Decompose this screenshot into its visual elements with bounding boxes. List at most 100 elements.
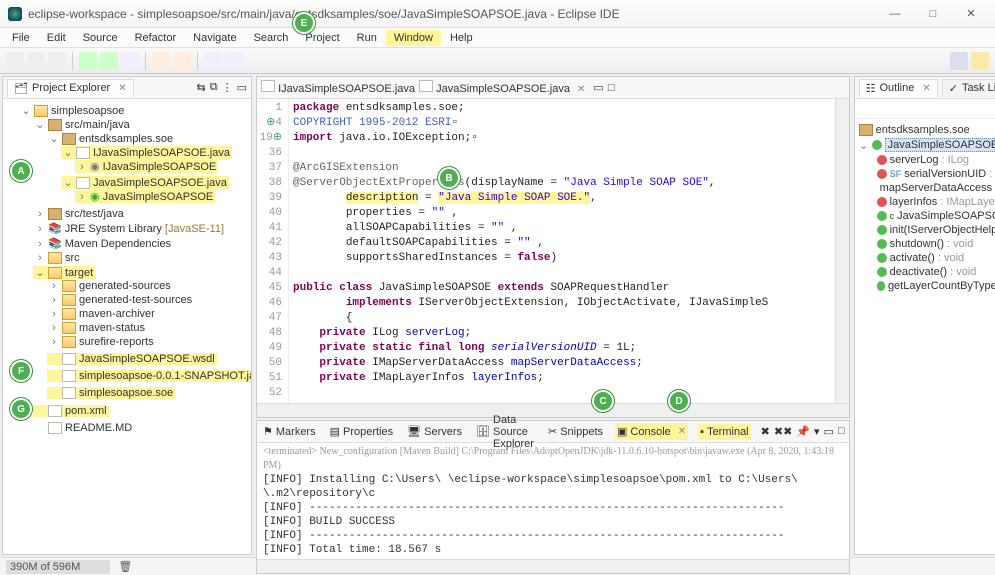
editor-tab-ijava[interactable]: IJavaSimpleSOAPSOE.java [261, 80, 415, 95]
console-output[interactable]: <terminated> New_configuration [Maven Bu… [257, 443, 849, 559]
maven-status-node[interactable]: maven-status [79, 322, 145, 334]
servers-tab[interactable]: 🖥 Servers [405, 423, 464, 440]
pkg-node[interactable]: entsdksamples.soe [79, 133, 173, 145]
search-icon[interactable] [225, 52, 243, 70]
open-perspective-icon[interactable] [950, 52, 968, 70]
maven-archiver-node[interactable]: maven-archiver [79, 308, 155, 320]
menu-navigate[interactable]: Navigate [185, 30, 244, 46]
src-main-node[interactable]: src/main/java [65, 119, 130, 131]
code-editor[interactable]: 1 ⊕4 19⊕ 36 37 38 39 40 41 42 43 44 45 4… [257, 99, 849, 403]
pin-console-icon[interactable]: 📌 [796, 425, 810, 438]
menu-help[interactable]: Help [442, 30, 481, 46]
tab-close-icon[interactable]: ✕ [577, 84, 585, 95]
tasklist-tab[interactable]: ✓ Task List [942, 79, 995, 97]
outline-label: Outline [879, 82, 914, 94]
view-menu-icon[interactable]: ⋮ [222, 81, 233, 94]
maximize-button[interactable]: □ [917, 4, 949, 24]
project-tree[interactable]: ⌄ simplesoapsoe ⌄ src/main/java ⌄ entsdk… [3, 99, 251, 554]
outline-item[interactable]: JavaSimpleSOAPSOE() [897, 210, 995, 222]
src-test-node[interactable]: src/test/java [65, 208, 124, 220]
wsdl-node[interactable]: JavaSimpleSOAPSOE.wsdl [79, 353, 215, 365]
minimize-button[interactable]: — [879, 4, 911, 24]
display-menu-icon[interactable]: ▾ [814, 425, 820, 438]
tab-close-icon[interactable]: ✕ [118, 83, 126, 94]
snippets-tab[interactable]: ✂ Snippets [546, 423, 605, 440]
target-node[interactable]: target [65, 267, 93, 279]
open-type-icon[interactable] [204, 52, 222, 70]
outline-item[interactable]: serverLog [890, 154, 939, 166]
outline-tab[interactable]: ☷ Outline ✕ [859, 79, 938, 97]
menu-run[interactable]: Run [349, 30, 385, 46]
java-type-node[interactable]: JavaSimpleSOAPSOE [103, 191, 214, 203]
maximize-view-icon[interactable]: □ [608, 82, 615, 94]
outline-item[interactable]: layerInfos [890, 196, 938, 208]
new-icon[interactable] [6, 52, 24, 70]
menu-refactor[interactable]: Refactor [127, 30, 185, 46]
menu-search[interactable]: Search [246, 30, 297, 46]
outline-item[interactable]: getLayerCountByType(String) [888, 280, 995, 292]
outline-item[interactable]: init(IServerObjectHelper) [890, 224, 995, 236]
readme-node[interactable]: README.MD [65, 422, 132, 434]
jar-node[interactable]: simplesoapsoe-0.0.1-SNAPSHOT.jar [79, 370, 251, 382]
menu-source[interactable]: Source [75, 30, 126, 46]
gen-test-node[interactable]: generated-test-sources [79, 294, 192, 306]
minimize-view-icon[interactable]: ▭ [824, 425, 834, 438]
run-icon[interactable] [100, 52, 118, 70]
tab-close-icon[interactable]: ✕ [922, 83, 930, 94]
ijava-file-node[interactable]: IJavaSimpleSOAPSOE.java [93, 147, 230, 159]
java-file-icon [76, 177, 90, 189]
outline-item[interactable]: activate() [890, 252, 935, 264]
java-file-node[interactable]: JavaSimpleSOAPSOE.java [93, 177, 227, 189]
close-button[interactable]: ✕ [955, 4, 987, 24]
soe-node[interactable]: simplesoapsoe.soe [79, 387, 173, 399]
project-node[interactable]: simplesoapsoe [51, 105, 124, 117]
java-perspective-icon[interactable] [971, 52, 989, 70]
outline-class[interactable]: JavaSimpleSOAPSOE [885, 138, 995, 152]
outline-pkg[interactable]: entsdksamples.soe [876, 124, 970, 136]
terminal-tab[interactable]: ▪ Terminal [698, 424, 750, 440]
console-hscrollbar[interactable] [257, 559, 849, 573]
outline-item[interactable]: shutdown() [890, 238, 944, 250]
minimize-view-icon[interactable]: ▭ [237, 81, 247, 94]
properties-tab[interactable]: ▤ Properties [328, 423, 396, 440]
project-explorer-tab[interactable]: 🗂 Project Explorer ✕ [7, 79, 134, 97]
markers-tab[interactable]: ⚑ Markers [261, 423, 318, 440]
minimize-view-icon[interactable]: ▭ [593, 81, 603, 94]
field-icon [877, 155, 887, 165]
maximize-view-icon[interactable]: □ [838, 425, 845, 438]
outline-item[interactable]: mapServerDataAccess [880, 182, 993, 194]
outline-item[interactable]: deactivate() [890, 266, 947, 278]
gc-icon[interactable]: 🗑 [118, 560, 132, 573]
surefire-node[interactable]: surefire-reports [79, 336, 154, 348]
debug-icon[interactable] [79, 52, 97, 70]
md-file-icon [48, 422, 62, 434]
menu-window[interactable]: Window [386, 30, 441, 46]
menu-edit[interactable]: Edit [39, 30, 74, 46]
editor-vscrollbar[interactable] [835, 99, 849, 403]
ijava-type-node[interactable]: IJavaSimpleSOAPSOE [103, 161, 217, 173]
remove-launch-icon[interactable]: ✖ [761, 425, 770, 438]
menu-file[interactable]: File [4, 30, 38, 46]
editor-hscrollbar[interactable] [257, 403, 849, 417]
save-all-icon[interactable] [48, 52, 66, 70]
new-class-icon[interactable] [173, 52, 191, 70]
gen-src-node[interactable]: generated-sources [79, 280, 171, 292]
remove-all-icon[interactable]: ✖✖ [774, 425, 792, 438]
outline-tree[interactable]: entsdksamples.soe ⌄ JavaSimpleSOAPSOE se… [855, 119, 995, 554]
collapse-all-icon[interactable]: ⇆ [197, 81, 206, 94]
editor-tab-java[interactable]: JavaSimpleSOAPSOE.java ✕ [419, 80, 585, 95]
outline-item[interactable]: serialVersionUID [904, 168, 986, 180]
coverage-icon[interactable] [121, 52, 139, 70]
maven-dep-node[interactable]: Maven Dependencies [65, 238, 171, 250]
jre-node[interactable]: JRE System Library [65, 223, 162, 235]
menu-bar: File Edit Source Refactor Navigate Searc… [0, 28, 995, 48]
new-package-icon[interactable] [152, 52, 170, 70]
save-icon[interactable] [27, 52, 45, 70]
pom-node[interactable]: pom.xml [65, 405, 107, 417]
src-node[interactable]: src [65, 252, 80, 264]
code-text[interactable]: package entsdksamples.soe; COPYRIGHT 199… [289, 99, 835, 403]
tab-close-icon[interactable]: ✕ [678, 426, 686, 437]
tab-label: IJavaSimpleSOAPSOE.java [278, 83, 415, 95]
console-tab[interactable]: ▣ Console ✕ [615, 423, 688, 440]
link-editor-icon[interactable]: ⧉ [210, 81, 218, 94]
